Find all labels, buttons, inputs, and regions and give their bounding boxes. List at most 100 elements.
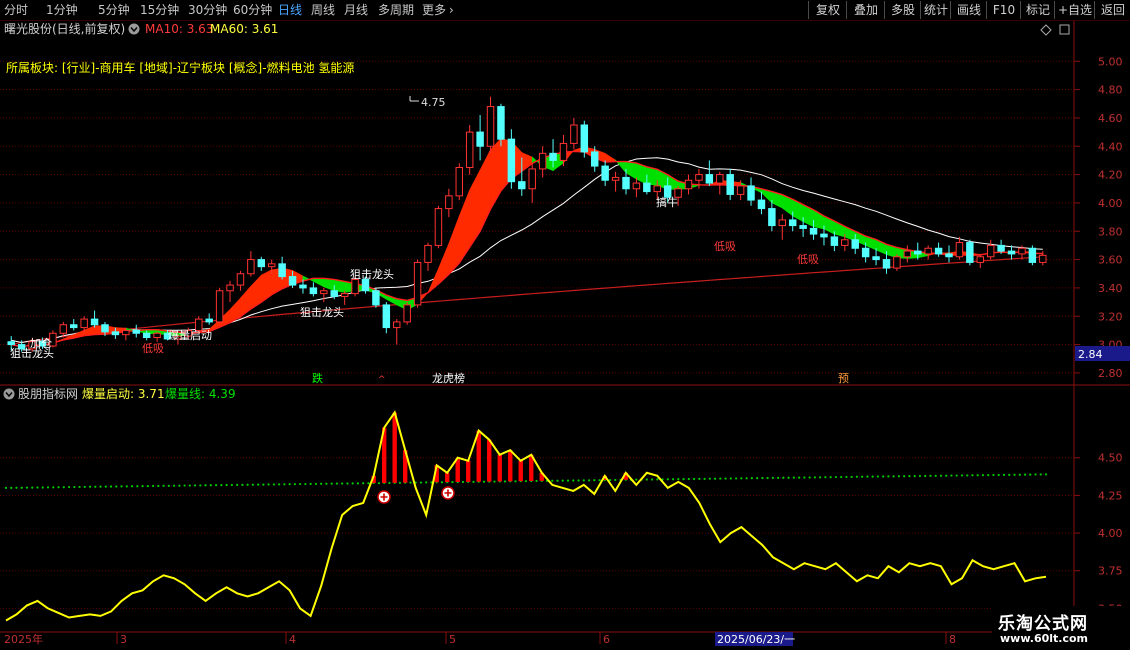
indicator-dotted-point: [215, 484, 218, 487]
candle-body: [757, 199, 766, 210]
price-tick-label: 4.60: [1098, 112, 1123, 125]
indicator-dotted-point: [440, 481, 444, 484]
candle-body: [934, 247, 943, 255]
indicator-dotted-point: [1008, 473, 1011, 476]
indicator-dotted-point: [362, 482, 365, 485]
candle-body: [309, 287, 318, 295]
indicator-dotted-point: [10, 486, 13, 489]
indicator-dotted-point: [120, 485, 123, 488]
ma10-label: MA10: 3.63: [145, 22, 213, 36]
indicator-dotted-point: [162, 484, 165, 487]
price-tick-label: 3.40: [1098, 282, 1123, 295]
candle-body: [340, 293, 349, 297]
candle-body: [486, 106, 495, 147]
indicator-dotted-point: [551, 479, 554, 482]
indicator-dotted-point: [845, 475, 848, 479]
indicator-dotted-point: [735, 477, 738, 480]
indicator-dotted-point: [808, 476, 811, 479]
candle-body: [7, 341, 15, 346]
date-label: 4: [289, 633, 296, 646]
indicator-dotted-point: [73, 485, 76, 489]
candle-body: [726, 174, 734, 195]
watermark: 乐淘公式网 www.60lt.com: [992, 606, 1130, 650]
indicator-dotted-point: [52, 486, 55, 489]
indicator-dotted-point: [419, 481, 423, 484]
indicator-tick-label: 4.50: [1098, 452, 1123, 465]
candle-body: [361, 278, 370, 292]
indicator-dotted-point: [939, 474, 943, 477]
indicator-dotted-point: [614, 478, 617, 482]
indicator-dotted-point: [199, 484, 202, 487]
indicator-dotted-point: [204, 484, 207, 487]
indicator-dotted-point: [304, 482, 307, 486]
indicator-dotted-point: [908, 475, 911, 478]
diamond-icon[interactable]: [1040, 24, 1052, 36]
indicator-title[interactable]: 股朋指标网: [18, 386, 78, 401]
candle-body: [872, 256, 880, 261]
indicator-dotted-point: [813, 476, 816, 479]
stock-title[interactable]: 曙光股份(日线,前复权): [4, 21, 125, 36]
candle-body: [372, 290, 380, 306]
indicator-dotted-point: [31, 486, 34, 489]
main-price-axis: 5.00 4.80 4.60 4.40 4.20 4.00 3.80 3.60 3.40 3.20…: [1074, 55, 1123, 380]
indicator-dotted-point: [981, 474, 985, 477]
candle-body: [80, 318, 88, 329]
candle-body: [590, 151, 599, 167]
indicator-dotted-point: [425, 481, 428, 484]
price-tick-label: 4.00: [1098, 197, 1123, 210]
price-tick-label: 3.20: [1098, 310, 1123, 323]
candle-body: [747, 185, 755, 201]
candle-body: [788, 219, 797, 227]
indicator-panel-header: 股朋指标网 爆量启动: 3.71 爆量线: 4.39: [3, 386, 236, 401]
candle-body: [778, 219, 787, 227]
candle-body: [413, 261, 422, 306]
signal-label: 搞牛: [656, 195, 678, 209]
indicator-dotted-point: [792, 476, 795, 479]
candle-body: [861, 247, 870, 258]
signal-label: 低吸: [142, 342, 164, 355]
indicator-dotted-point: [871, 475, 874, 478]
chevron-down-icon[interactable]: [3, 388, 15, 400]
candle-body: [236, 273, 245, 286]
indicator-dotted-point: [745, 477, 748, 480]
chevron-down-icon[interactable]: [128, 23, 140, 35]
price-tick-label: 4.80: [1098, 84, 1123, 97]
indicator-dotted-point: [325, 482, 328, 485]
candle-body: [830, 236, 839, 246]
ribbon-down-segment: [625, 161, 637, 180]
candle-body: [705, 174, 714, 184]
indicator-dotted-point: [593, 479, 596, 482]
indicator-dotted-point: [666, 478, 669, 481]
indicator-dotted-point: [309, 482, 312, 486]
indicator-dotted-point: [598, 479, 601, 482]
indicator-dotted-point: [750, 477, 753, 480]
candle-body: [809, 227, 818, 235]
candle-body: [976, 256, 985, 263]
indicator-dotted-point: [172, 484, 176, 487]
indicator-dotted-point: [819, 476, 822, 479]
kline-chart-area[interactable]: 5.00 4.80 4.60 4.40 4.20 4.00 3.80 3.60 3.40 3.20…: [0, 0, 1130, 650]
indicator-dotted-point: [141, 484, 144, 488]
candle-body: [601, 165, 609, 181]
indicator-dotted-point: [472, 480, 475, 483]
indicator-line1-label: 爆量启动: 3.71: [82, 387, 165, 401]
candle-body: [424, 244, 432, 263]
candle-body: [570, 124, 578, 144]
candle-body: [288, 276, 297, 286]
indicator-dotted-point: [130, 485, 134, 488]
indicator-dotted-point: [887, 475, 890, 478]
indicator-axis: 4.504.254.003.753.50: [1074, 452, 1123, 615]
candle-body: [841, 239, 849, 246]
candle-body: [1018, 247, 1026, 255]
indicator-dotted-point: [493, 480, 496, 483]
indicator-dotted-point: [246, 483, 249, 486]
candle-body: [966, 242, 974, 263]
indicator-tick-label: 4.25: [1098, 489, 1123, 502]
candle-body: [799, 225, 807, 229]
indicator-dotted-point: [677, 478, 680, 481]
price-tick-label: 3.60: [1098, 254, 1123, 267]
indicator-dotted-point: [104, 485, 107, 488]
indicator-dotted-point: [514, 480, 517, 483]
indicator-dotted-point: [83, 485, 86, 489]
window-box-icon[interactable]: [1059, 24, 1070, 35]
